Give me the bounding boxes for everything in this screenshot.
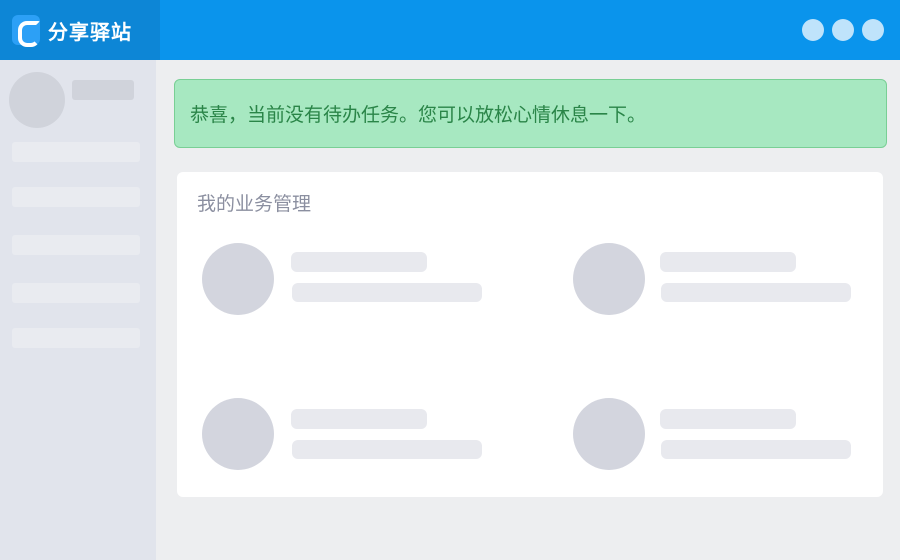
card-avatar[interactable] <box>573 243 645 315</box>
sidebar-item[interactable] <box>12 235 140 255</box>
window-dot-icon[interactable] <box>832 19 854 41</box>
sidebar <box>0 60 156 560</box>
card-subtitle-placeholder <box>292 440 482 459</box>
top-bar: 分享驿站 <box>0 0 900 60</box>
sidebar-item[interactable] <box>12 187 140 207</box>
sidebar-item[interactable] <box>12 142 140 162</box>
sidebar-item[interactable] <box>12 283 140 303</box>
app-title: 分享驿站 <box>48 19 132 44</box>
window-dot-icon[interactable] <box>802 19 824 41</box>
avatar[interactable] <box>9 72 65 128</box>
card-avatar[interactable] <box>202 398 274 470</box>
brand[interactable]: 分享驿站 <box>0 0 160 60</box>
user-name-placeholder <box>72 80 134 100</box>
e-logo-icon <box>12 15 40 47</box>
card-title-placeholder <box>291 409 427 429</box>
alert-message: 恭喜，当前没有待办任务。您可以放松心情休息一下。 <box>190 104 647 126</box>
card-title-placeholder <box>291 252 427 272</box>
panel-title: 我的业务管理 <box>197 193 312 215</box>
window-controls <box>802 19 884 41</box>
success-alert: 恭喜，当前没有待办任务。您可以放松心情休息一下。 <box>174 79 887 148</box>
card-title-placeholder <box>660 409 796 429</box>
card-subtitle-placeholder <box>661 283 851 302</box>
window-dot-icon[interactable] <box>862 19 884 41</box>
sidebar-item[interactable] <box>12 328 140 348</box>
card-avatar[interactable] <box>202 243 274 315</box>
business-panel: 我的业务管理 <box>177 172 883 497</box>
card-avatar[interactable] <box>573 398 645 470</box>
card-subtitle-placeholder <box>661 440 851 459</box>
card-title-placeholder <box>660 252 796 272</box>
card-subtitle-placeholder <box>292 283 482 302</box>
